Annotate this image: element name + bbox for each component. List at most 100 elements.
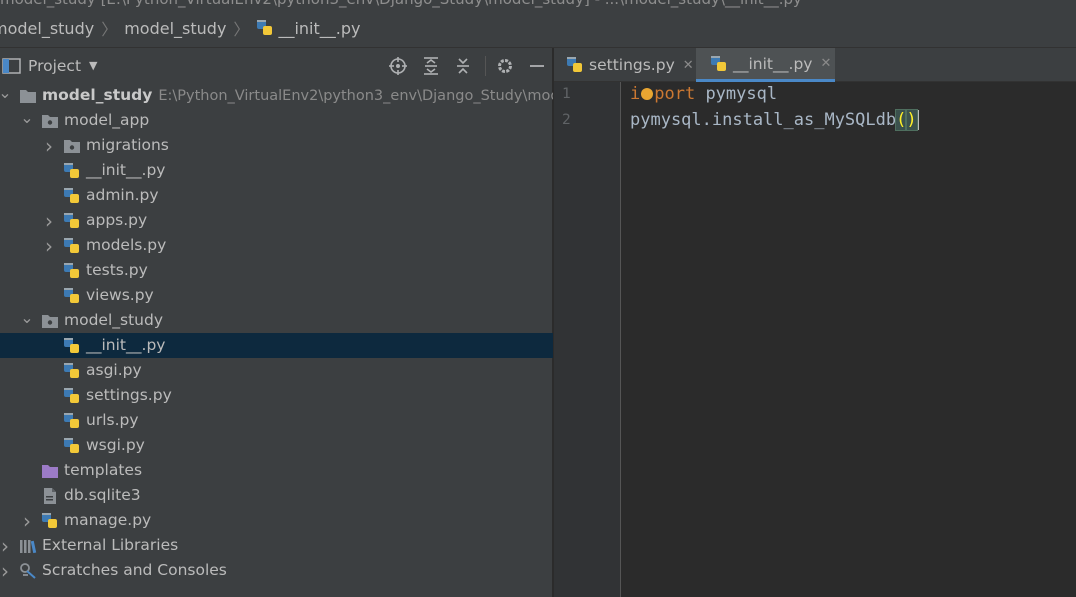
tree-item-text: templates <box>64 461 143 479</box>
tree-item-label: migrations <box>86 136 169 154</box>
breadcrumb-project[interactable]: model_study <box>0 19 94 38</box>
python-file-icon <box>63 212 81 230</box>
expand-all-icon[interactable] <box>421 56 441 76</box>
tree-item-text: tests.py <box>86 261 148 279</box>
tree-item[interactable]: db.sqlite3 <box>0 483 553 508</box>
tree-item-label: asgi.py <box>86 361 142 379</box>
tree-item[interactable]: ⌄ model_app <box>0 108 553 133</box>
tree-item-label: urls.py <box>86 411 139 429</box>
tab-init-py[interactable]: __init__.py ✕ <box>696 48 835 82</box>
tree-item[interactable]: › manage.py <box>0 508 553 533</box>
breadcrumb-file[interactable]: __init__.py <box>256 19 360 38</box>
libraries-icon <box>19 537 37 555</box>
python-file-icon <box>567 57 582 72</box>
chevron-down-icon: ▼ <box>89 59 98 72</box>
tree-item-label: model_app <box>64 111 149 129</box>
matched-paren: ) <box>905 109 918 131</box>
python-file-icon <box>257 20 273 35</box>
package-folder-icon <box>41 312 59 330</box>
package-folder-icon <box>41 112 59 130</box>
tree-item[interactable]: › apps.py <box>0 208 553 233</box>
window-title-bar: model_study [E:\Python_VirtualEnv2\pytho… <box>0 0 1076 9</box>
tree-item[interactable]: › Scratches and Consoles <box>0 558 553 583</box>
tree-item[interactable]: views.py <box>0 283 553 308</box>
python-file-icon <box>63 162 81 180</box>
chevron-right-icon[interactable]: › <box>0 533 11 558</box>
breadcrumb-package[interactable]: model_study <box>124 19 226 38</box>
python-file-icon <box>63 287 81 305</box>
keyword-fragment: port <box>654 84 696 104</box>
tree-item-label: wsgi.py <box>86 436 145 454</box>
python-file-icon <box>63 187 81 205</box>
keyword-fragment: i <box>630 84 641 104</box>
tab-settings-py[interactable]: settings.py ✕ <box>566 48 694 82</box>
chevron-right-icon[interactable]: › <box>43 133 55 158</box>
tree-item-text: apps.py <box>86 211 148 229</box>
chevron-right-icon[interactable]: › <box>43 208 55 233</box>
chevron-right-icon[interactable]: › <box>21 508 33 533</box>
tree-item-label: admin.py <box>86 186 159 204</box>
tree-item[interactable]: tests.py <box>0 258 553 283</box>
tree-item-label: manage.py <box>64 511 151 529</box>
breadcrumb-label: model_study <box>0 18 95 38</box>
tree-item[interactable]: › migrations <box>0 133 553 158</box>
gear-icon[interactable] <box>495 56 515 76</box>
tree-item-text: model_app <box>64 111 150 129</box>
python-file-icon <box>63 362 81 380</box>
chevron-right-icon[interactable]: › <box>0 558 11 583</box>
code-line-2[interactable]: pymysql.install_as_MySQLdb() <box>630 109 919 131</box>
folder-icon <box>19 87 37 105</box>
tree-item-text: __init__.py <box>86 161 166 179</box>
tree-item[interactable]: admin.py <box>0 183 553 208</box>
tree-item-text: settings.py <box>86 386 172 404</box>
breadcrumb-label: model_study <box>124 18 227 38</box>
tree-item-path: E:\Python_VirtualEnv2\python3_env\Django… <box>158 88 553 104</box>
tree-item[interactable]: __init__.py <box>0 333 553 358</box>
window-title: model_study [E:\Python_VirtualEnv2\pytho… <box>0 0 802 8</box>
chevron-down-icon[interactable]: ⌄ <box>0 83 12 105</box>
close-icon[interactable]: ✕ <box>683 58 694 73</box>
lightbulb-icon[interactable] <box>641 88 654 100</box>
tree-item[interactable]: ⌄ model_study E:\Python_VirtualEnv2\python… <box>0 83 553 108</box>
tree-item-label: __init__.py <box>86 161 165 179</box>
tree-item-label: model_study E:\Python_VirtualEnv2\python3… <box>42 86 553 104</box>
tree-item[interactable]: › External Libraries <box>0 533 553 558</box>
tree-item-text: model_study <box>42 86 153 104</box>
hide-icon[interactable] <box>527 56 547 76</box>
line-number: 2 <box>562 112 571 128</box>
templates-folder-icon <box>41 462 59 480</box>
tree-item[interactable]: › models.py <box>0 233 553 258</box>
code-text: pymysql.install_as_MySQLdb <box>630 110 897 130</box>
python-file-icon <box>41 512 59 530</box>
tree-item-text: asgi.py <box>86 361 142 379</box>
code-editor[interactable]: i port pymysql pymysql.install_as_MySQLdb… <box>622 82 1076 597</box>
database-file-icon <box>41 487 59 505</box>
project-tool-window: Project ▼ ⌄ model_study E:\Python_VirtualE… <box>0 48 553 597</box>
python-file-icon <box>63 337 81 355</box>
breadcrumb-separator: 〉 <box>101 20 118 39</box>
locate-icon[interactable] <box>388 56 408 76</box>
editor-gutter: 1 2 <box>554 82 621 597</box>
code-line-1[interactable]: i port pymysql <box>630 84 777 104</box>
tree-item[interactable]: wsgi.py <box>0 433 553 458</box>
tree-item-text: admin.py <box>86 186 159 204</box>
chevron-down-icon[interactable]: ⌄ <box>20 308 33 330</box>
chevron-down-icon[interactable]: ⌄ <box>20 108 33 130</box>
close-icon[interactable]: ✕ <box>820 56 831 71</box>
tree-item-label: Scratches and Consoles <box>42 561 227 579</box>
tree-item[interactable]: urls.py <box>0 408 553 433</box>
tree-item[interactable]: ⌄ model_study <box>0 308 553 333</box>
matched-paren: ( <box>895 109 908 131</box>
editor-tabs: settings.py ✕ __init__.py ✕ <box>554 48 1076 82</box>
tree-item[interactable]: settings.py <box>0 383 553 408</box>
project-view-selector[interactable]: Project ▼ <box>2 57 98 75</box>
collapse-all-icon[interactable] <box>453 56 473 76</box>
tree-item[interactable]: asgi.py <box>0 358 553 383</box>
python-file-icon <box>63 437 81 455</box>
tree-item[interactable]: __init__.py <box>0 158 553 183</box>
tree-item-label: apps.py <box>86 211 147 229</box>
project-header: Project ▼ <box>0 48 552 83</box>
chevron-right-icon[interactable]: › <box>43 233 55 258</box>
tree-item-text: urls.py <box>86 411 139 429</box>
tree-item[interactable]: templates <box>0 458 553 483</box>
